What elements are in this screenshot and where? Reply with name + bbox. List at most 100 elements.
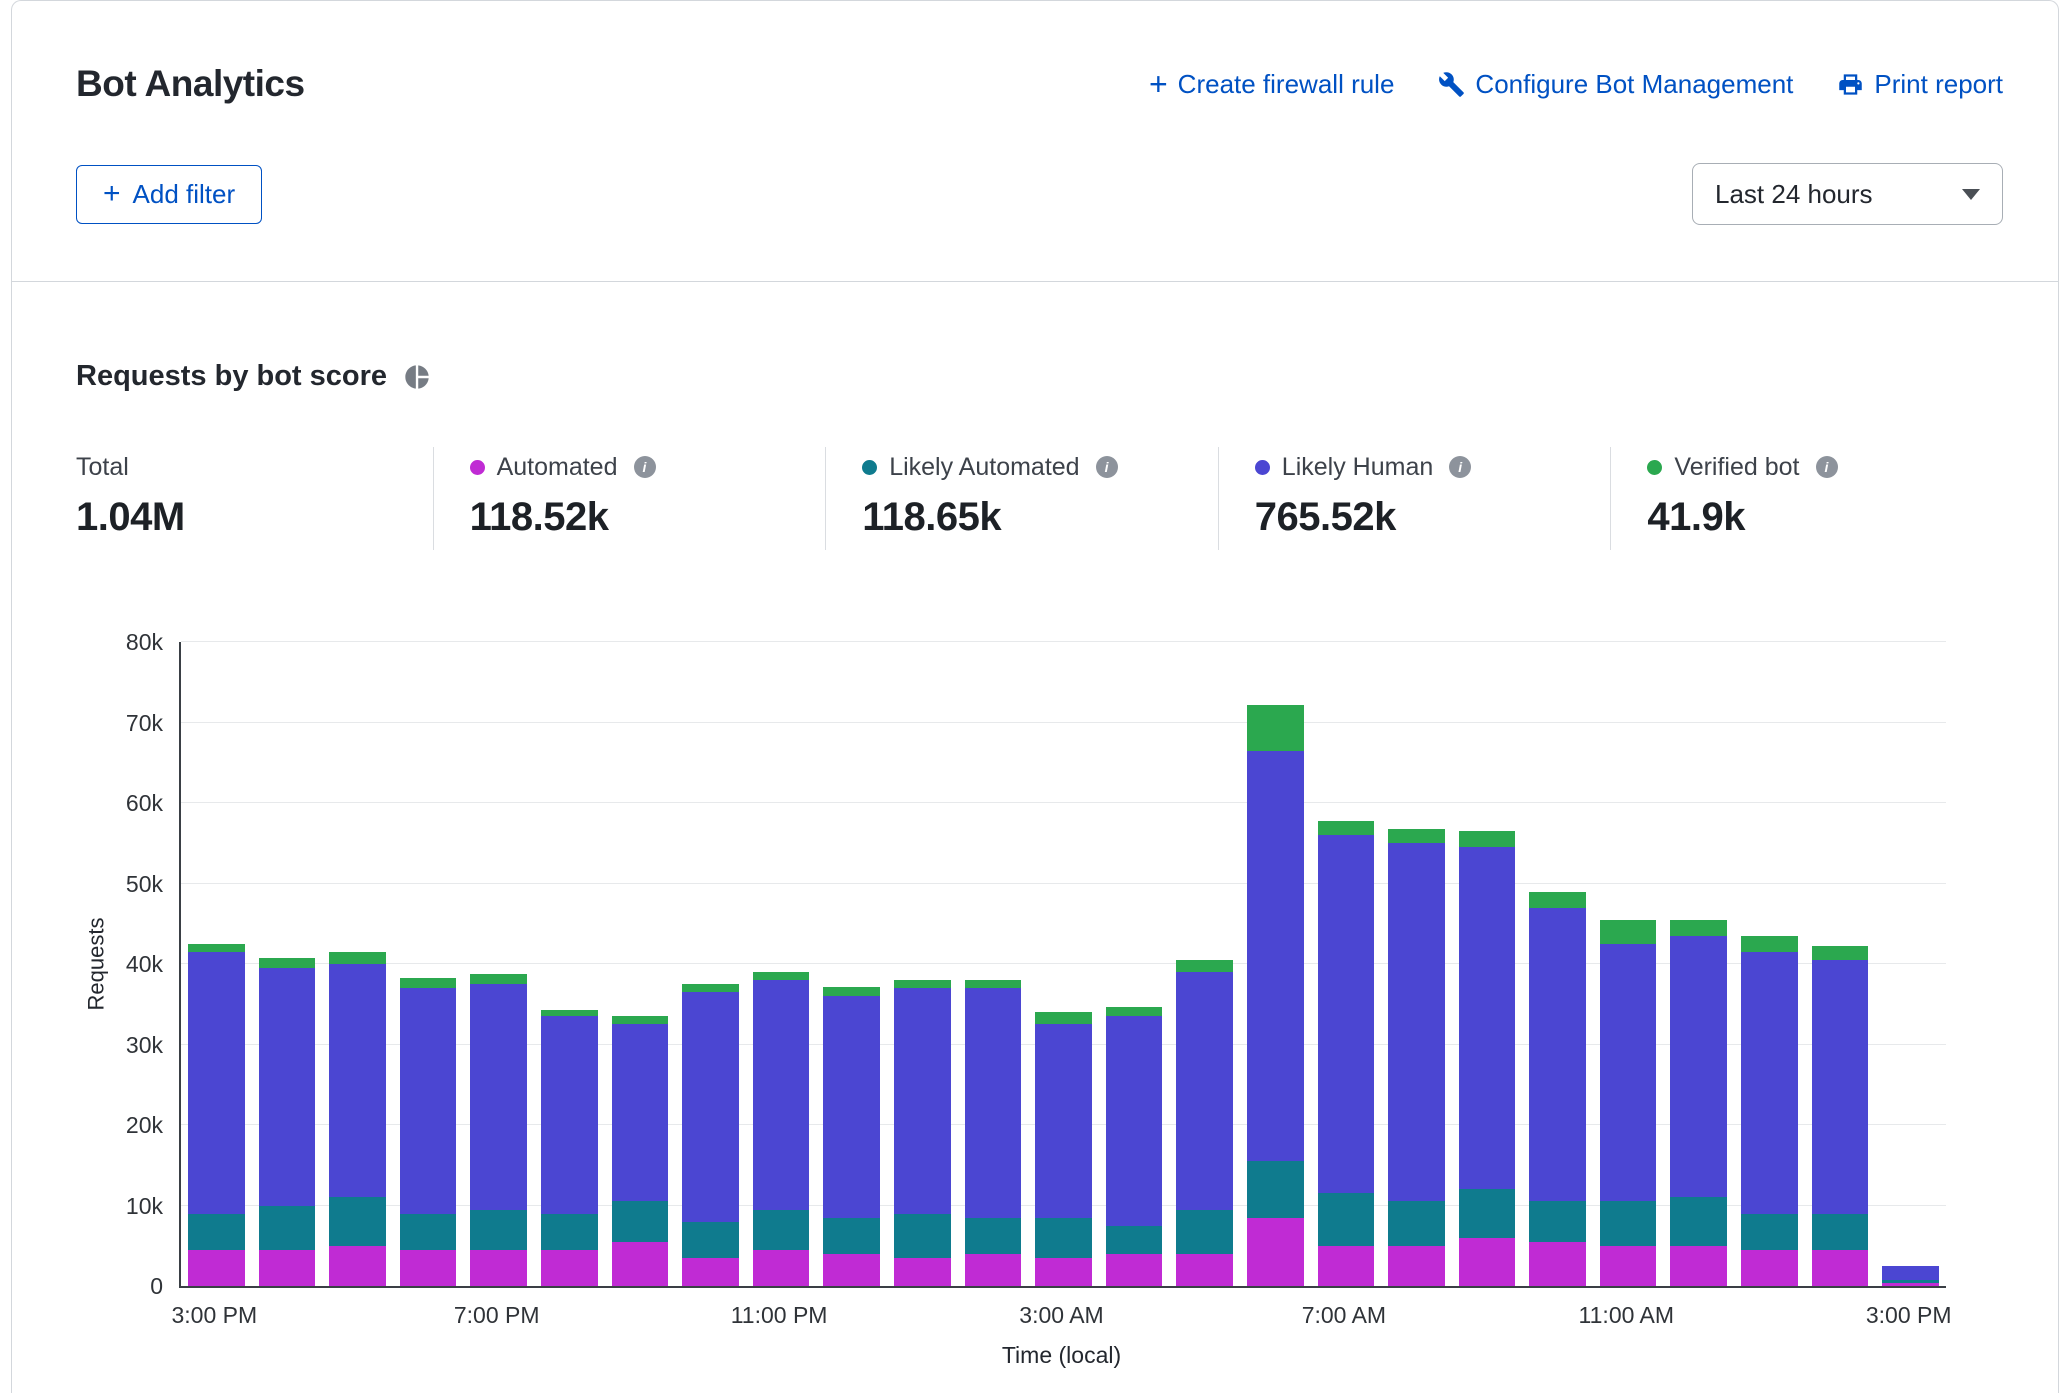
chevron-down-icon bbox=[1962, 189, 1980, 200]
bar-segment-likely-human bbox=[1176, 972, 1233, 1209]
bar-segment-verified-bot bbox=[1106, 1007, 1163, 1017]
y-tick-label: 50k bbox=[126, 871, 163, 897]
add-filter-button[interactable]: + Add filter bbox=[76, 165, 262, 224]
bar-segment-verified-bot bbox=[682, 984, 739, 992]
x-tick-label: 11:00 AM bbox=[1579, 1302, 1674, 1329]
bar-segment-likely-automated bbox=[1247, 1161, 1304, 1217]
bar-segment-likely-human bbox=[1812, 960, 1869, 1214]
bar-segment-verified-bot bbox=[1529, 892, 1586, 908]
legend-dot bbox=[862, 460, 877, 475]
bar-stack bbox=[1670, 920, 1727, 1286]
info-icon[interactable]: i bbox=[1096, 456, 1118, 478]
bar-segment-automated bbox=[1459, 1238, 1516, 1286]
time-range-value: Last 24 hours bbox=[1715, 179, 1873, 210]
bar-stack bbox=[612, 1016, 669, 1286]
bar-segment-verified-bot bbox=[1176, 960, 1233, 972]
bar-segment-likely-automated bbox=[1600, 1201, 1657, 1245]
bar-stack bbox=[1176, 960, 1233, 1286]
bar-segment-likely-automated bbox=[541, 1214, 598, 1250]
bar-stack bbox=[188, 944, 245, 1286]
y-axis-title: Requests bbox=[83, 918, 109, 1011]
bar-segment-verified-bot bbox=[1459, 831, 1516, 847]
bar-stack bbox=[1529, 892, 1586, 1286]
bar-stack bbox=[329, 952, 386, 1286]
bar-stack bbox=[1106, 1007, 1163, 1286]
bar-segment-likely-human bbox=[541, 1016, 598, 1213]
x-tick-label: 7:00 PM bbox=[454, 1302, 540, 1329]
bar-stack bbox=[259, 958, 316, 1286]
create-firewall-rule-link[interactable]: + Create firewall rule bbox=[1149, 69, 1394, 100]
info-icon[interactable]: i bbox=[1449, 456, 1471, 478]
bar-segment-automated bbox=[541, 1250, 598, 1286]
y-tick-label: 80k bbox=[126, 629, 163, 655]
stat-value: 765.52k bbox=[1255, 495, 1611, 540]
bar-segment-likely-automated bbox=[1106, 1226, 1163, 1254]
page-title: Bot Analytics bbox=[76, 63, 305, 105]
bar-segment-likely-automated bbox=[1741, 1214, 1798, 1250]
bar-segment-verified-bot bbox=[329, 952, 386, 964]
info-icon[interactable]: i bbox=[1816, 456, 1838, 478]
plot-area bbox=[179, 642, 1946, 1288]
bar-segment-verified-bot bbox=[1600, 920, 1657, 944]
stat-value: 118.52k bbox=[470, 495, 826, 540]
bar-segment-likely-automated bbox=[259, 1206, 316, 1250]
print-report-link[interactable]: Print report bbox=[1837, 69, 2003, 100]
filter-row: + Add filter Last 24 hours bbox=[76, 163, 2003, 225]
wrench-icon bbox=[1438, 71, 1465, 98]
x-tick-label: 11:00 PM bbox=[731, 1302, 828, 1329]
header-actions: + Create firewall rule Configure Bot Man… bbox=[1149, 69, 2003, 100]
bar-stack bbox=[1318, 821, 1375, 1286]
stat-likely-automated: Likely Automated i 118.65k bbox=[825, 447, 1218, 550]
stat-automated: Automated i 118.52k bbox=[433, 447, 826, 550]
header: Bot Analytics + Create firewall rule Con… bbox=[12, 1, 2058, 282]
bar-segment-verified-bot bbox=[1035, 1012, 1092, 1024]
bar-segment-likely-automated bbox=[1035, 1218, 1092, 1258]
bar-segment-likely-human bbox=[400, 988, 457, 1213]
y-tick-label: 30k bbox=[126, 1032, 163, 1058]
bar-segment-likely-human bbox=[753, 980, 810, 1209]
bar-stack bbox=[1812, 946, 1869, 1286]
bar-segment-likely-automated bbox=[894, 1214, 951, 1258]
requests-chart: Requests 010k20k30k40k50k60k70k80k 3:00 … bbox=[76, 642, 2003, 1369]
bars bbox=[181, 642, 1946, 1286]
bar-segment-verified-bot bbox=[965, 980, 1022, 988]
bar-segment-automated bbox=[1741, 1250, 1798, 1286]
bar-segment-automated bbox=[682, 1258, 739, 1286]
configure-bot-management-link[interactable]: Configure Bot Management bbox=[1438, 69, 1793, 100]
bar-segment-automated bbox=[259, 1250, 316, 1286]
x-axis: 3:00 PM7:00 PM11:00 PM3:00 AM7:00 AM11:0… bbox=[179, 1288, 1944, 1340]
bar-segment-automated bbox=[1106, 1254, 1163, 1286]
bar-segment-likely-automated bbox=[1529, 1201, 1586, 1241]
bar-segment-likely-human bbox=[823, 996, 880, 1217]
info-icon[interactable]: i bbox=[634, 456, 656, 478]
bar-segment-likely-human bbox=[1882, 1266, 1939, 1280]
stat-value: 1.04M bbox=[76, 495, 433, 540]
plus-icon: + bbox=[1149, 71, 1168, 97]
bar-segment-likely-human bbox=[612, 1024, 669, 1201]
bar-stack bbox=[1600, 920, 1657, 1286]
bar-segment-automated bbox=[400, 1250, 457, 1286]
bar-stack bbox=[753, 972, 810, 1286]
bar-stack bbox=[1882, 1266, 1939, 1286]
bar-segment-likely-human bbox=[894, 988, 951, 1213]
bar-segment-automated bbox=[894, 1258, 951, 1286]
time-range-dropdown[interactable]: Last 24 hours bbox=[1692, 163, 2003, 225]
x-axis-title: Time (local) bbox=[179, 1342, 1944, 1369]
bar-segment-automated bbox=[753, 1250, 810, 1286]
bar-stack bbox=[400, 978, 457, 1286]
bar-segment-verified-bot bbox=[400, 978, 457, 988]
action-label: Print report bbox=[1874, 69, 2003, 100]
bar-segment-verified-bot bbox=[823, 987, 880, 997]
bar-segment-verified-bot bbox=[470, 974, 527, 984]
stat-label: Likely Human bbox=[1282, 453, 1433, 482]
bar-segment-likely-human bbox=[1318, 835, 1375, 1193]
bot-analytics-card: Bot Analytics + Create firewall rule Con… bbox=[11, 0, 2059, 1393]
bar-segment-automated bbox=[1600, 1246, 1657, 1286]
bar-segment-likely-automated bbox=[329, 1197, 386, 1245]
bar-segment-automated bbox=[612, 1242, 669, 1286]
bar-stack bbox=[823, 987, 880, 1286]
stat-value: 41.9k bbox=[1647, 495, 2003, 540]
bar-segment-automated bbox=[1812, 1250, 1869, 1286]
stat-total: Total 1.04M bbox=[76, 447, 433, 550]
bar-segment-verified-bot bbox=[894, 980, 951, 988]
